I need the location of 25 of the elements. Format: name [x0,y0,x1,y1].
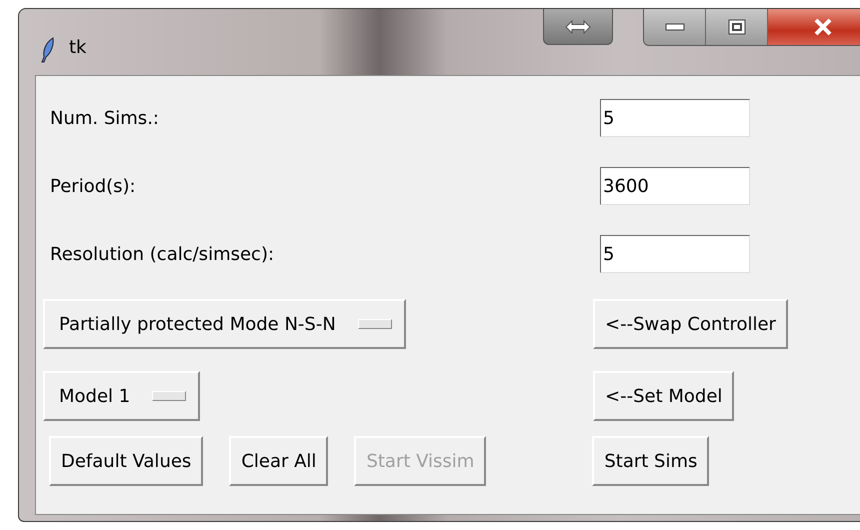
field-label: Resolution (calc/simsec): [49,244,276,264]
input-field[interactable]: 5 [600,99,750,137]
menu-indicator-icon [358,319,392,329]
input-field[interactable]: 5 [600,235,750,273]
minimize-button[interactable] [644,9,706,45]
double-arrow-icon [565,20,591,34]
resize-button[interactable] [543,9,613,45]
field-label: Num. Sims.: [49,108,160,128]
option-menu[interactable]: Model 1 [43,371,200,421]
feather-icon [41,37,55,63]
maximize-button[interactable] [706,9,768,45]
minimize-icon [664,23,684,31]
input-field[interactable]: 3600 [600,167,750,205]
action-button[interactable]: Clear All [229,436,328,486]
field-label: Period(s): [49,176,137,196]
close-icon [813,18,833,36]
window-title: tk [69,37,86,58]
menu-indicator-icon [152,391,186,401]
action-button[interactable]: Start Sims [592,436,710,486]
action-button[interactable]: Default Values [49,436,204,486]
action-button[interactable]: <--Set Model [593,371,734,421]
close-button[interactable] [768,9,860,45]
option-menu[interactable]: Partially protected Mode N-S-N [43,299,406,349]
maximize-icon [728,19,746,35]
action-button[interactable]: <--Swap Controller [593,299,788,349]
